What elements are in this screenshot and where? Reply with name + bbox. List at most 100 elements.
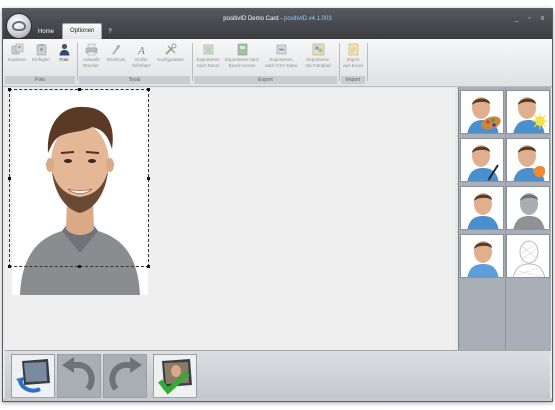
photo-button-label: Foto bbox=[59, 57, 69, 62]
select-printer-button[interactable]: Auswahl Drucker bbox=[80, 43, 102, 68]
ribbon-group-export: Exportieren nach Excel Exportieren nach … bbox=[194, 41, 337, 84]
load-photo-button[interactable] bbox=[11, 354, 55, 398]
svg-text:A: A bbox=[137, 45, 145, 56]
minimize-button[interactable]: _ bbox=[513, 15, 520, 22]
copy-button[interactable]: Kopieren bbox=[6, 43, 28, 63]
export-photo-path-button[interactable]: Exportieren mit Fotopfad bbox=[300, 43, 336, 68]
avatar-default-icon bbox=[467, 241, 499, 277]
status-bar: ⋰ bbox=[3, 394, 552, 401]
configuration-label: Konfiguration bbox=[157, 57, 184, 62]
redo-icon bbox=[109, 357, 142, 391]
window-title: positivID Demo Card - positivID v4.1.003 bbox=[3, 16, 552, 22]
crop-handle[interactable] bbox=[147, 265, 150, 268]
avatar-light-icon bbox=[513, 97, 548, 133]
large-font-label: Große Schriftart bbox=[131, 57, 150, 68]
ribbon-group-tools-label: Tools bbox=[79, 76, 190, 84]
avatar-paint-icon bbox=[467, 97, 501, 133]
tab-help[interactable]: ? bbox=[103, 25, 116, 39]
import-excel-icon bbox=[348, 43, 358, 56]
person-photo-icon bbox=[59, 43, 69, 56]
close-button[interactable]: x bbox=[539, 15, 546, 22]
export-photo-path-label: Exportieren mit Fotopfad bbox=[305, 57, 331, 68]
shortcut-icon bbox=[111, 45, 120, 55]
avatar-paint-button[interactable] bbox=[460, 90, 504, 134]
import-excel-button[interactable]: Import aus Excel bbox=[341, 43, 365, 68]
crop-handle[interactable] bbox=[147, 88, 150, 91]
select-printer-label: Auswahl Drucker bbox=[82, 57, 100, 68]
avatar-orange-button[interactable] bbox=[506, 138, 550, 182]
crop-selection-box[interactable] bbox=[8, 88, 150, 268]
paste-button-label: Einfügen bbox=[32, 57, 50, 62]
load-photo-icon bbox=[16, 359, 50, 393]
ribbon-group-foto-label: Foto bbox=[5, 76, 75, 84]
crop-handle[interactable] bbox=[8, 88, 11, 91]
avatar-gray-button[interactable] bbox=[506, 186, 550, 230]
large-font-button[interactable]: A Große Schriftart bbox=[130, 43, 152, 68]
export-csv-label: Exportieren nach CSV Datei bbox=[264, 57, 298, 68]
avatar-blue-icon bbox=[467, 193, 499, 229]
ribbon-tabs: Home Optionen ? bbox=[31, 23, 118, 39]
ribbon-group-divider bbox=[77, 43, 78, 81]
title-bar: positivID Demo Card - positivID v4.1.003… bbox=[3, 9, 552, 39]
photo-button[interactable]: Foto bbox=[54, 43, 74, 63]
ribbon-group-export-label: Export bbox=[194, 76, 337, 84]
orb-glyph-icon bbox=[12, 21, 26, 31]
crop-handle[interactable] bbox=[8, 265, 11, 268]
photo-editor-canvas[interactable] bbox=[5, 88, 455, 350]
ribbon-group-divider bbox=[367, 43, 368, 81]
printer-icon bbox=[85, 43, 97, 56]
shortcuts-button[interactable]: Shortcuts bbox=[104, 43, 128, 63]
crop-handle[interactable] bbox=[78, 88, 81, 91]
shortcuts-label: Shortcuts bbox=[106, 57, 126, 62]
redo-button[interactable] bbox=[103, 354, 147, 398]
undo-icon bbox=[62, 357, 95, 391]
avatar-side-panel bbox=[458, 87, 551, 351]
export-access-icon bbox=[237, 43, 247, 56]
crop-handle[interactable] bbox=[8, 177, 11, 180]
ribbon-group-tools: Auswahl Drucker Shortcuts A Große Schrif… bbox=[79, 41, 190, 84]
copy-button-label: Kopieren bbox=[7, 57, 26, 62]
tab-home[interactable]: Home bbox=[31, 25, 61, 39]
accept-photo-button[interactable] bbox=[153, 354, 197, 398]
ribbon-group-foto: Kopieren Einfügen Foto Foto bbox=[5, 41, 75, 84]
ribbon: Kopieren Einfügen Foto Foto Auswahl Druc… bbox=[3, 39, 552, 87]
export-access-label: Exportieren nach Excel Access bbox=[224, 57, 260, 68]
avatar-gray-icon bbox=[513, 193, 545, 229]
export-excel-icon bbox=[203, 44, 213, 55]
export-excel-button[interactable]: Exportieren nach Excel bbox=[194, 43, 222, 68]
copy-icon bbox=[11, 43, 23, 55]
resize-grip-icon[interactable]: ⋰ bbox=[545, 394, 550, 400]
ribbon-group-divider bbox=[192, 43, 193, 81]
ribbon-group-divider bbox=[339, 43, 340, 81]
font-icon: A bbox=[137, 45, 145, 56]
app-window: positivID Demo Card - positivID v4.1.003… bbox=[2, 8, 553, 402]
export-csv-button[interactable]: Exportieren nach CSV Datei bbox=[262, 43, 300, 68]
ribbon-group-import: Import aus Excel Import bbox=[341, 41, 365, 84]
import-excel-label: Import aus Excel bbox=[343, 57, 363, 68]
maximize-button[interactable]: ▫ bbox=[526, 15, 533, 22]
crop-handle[interactable] bbox=[147, 177, 150, 180]
avatar-wireframe-button[interactable] bbox=[506, 234, 550, 278]
avatar-wireframe-icon bbox=[512, 240, 546, 277]
title-version: positivID v4.1.003 bbox=[284, 16, 332, 22]
paste-button[interactable]: Einfügen bbox=[30, 43, 52, 63]
ribbon-group-import-label: Import bbox=[341, 76, 365, 84]
avatar-blue-button[interactable] bbox=[460, 186, 504, 230]
avatar-pen-icon bbox=[467, 145, 499, 181]
export-access-button[interactable]: Exportieren nach Excel Access bbox=[223, 43, 261, 68]
undo-button[interactable] bbox=[57, 354, 101, 398]
export-photo-path-icon bbox=[312, 43, 324, 56]
tools-icon bbox=[165, 43, 177, 55]
tab-optionen[interactable]: Optionen bbox=[62, 23, 103, 39]
paste-icon bbox=[36, 44, 46, 56]
export-excel-label: Exportieren nach Excel bbox=[196, 57, 220, 68]
accept-photo-icon bbox=[158, 359, 192, 395]
avatar-default-button[interactable] bbox=[460, 234, 504, 278]
avatar-orange-icon bbox=[513, 145, 546, 181]
avatar-light-button[interactable] bbox=[506, 90, 550, 134]
crop-handle[interactable] bbox=[78, 265, 81, 268]
export-csv-icon bbox=[276, 44, 286, 55]
avatar-pen-button[interactable] bbox=[460, 138, 504, 182]
configuration-button[interactable]: Konfiguration bbox=[153, 43, 188, 63]
bottom-toolbar bbox=[5, 350, 550, 400]
